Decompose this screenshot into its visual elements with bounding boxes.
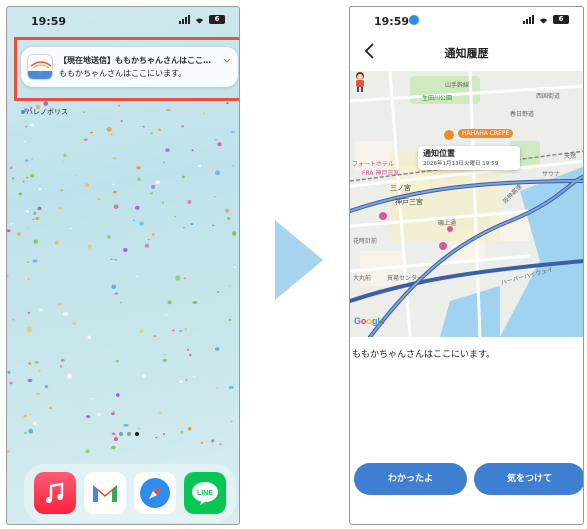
notification-title: 【現在地送信】ももかちゃんさんはここに…	[59, 56, 211, 65]
map-label-yamate: 山手幹線	[445, 82, 470, 89]
signal-icon	[179, 15, 190, 24]
map-label-daimaru: 大丸前	[353, 275, 372, 282]
map-label-hahaha: HAHAHA CREPE	[458, 129, 514, 138]
home-app-label: ハレノボリス	[21, 107, 68, 117]
map-label-kobe-sannomiya: 神戸三宮	[395, 198, 423, 206]
line-app-icon[interactable]: LINE	[184, 472, 226, 514]
signal-icon	[523, 15, 534, 24]
status-icons-right: 6	[523, 15, 569, 24]
app-phone: 19:59 6 通知履歴 山手幹線 生田川公園 春日野道 西国街道 HAHAHA…	[349, 6, 584, 525]
map-label-hotel1: フォートホテル	[352, 161, 395, 168]
chevron-down-icon[interactable]	[222, 55, 232, 65]
line-icon-text: LINE	[197, 490, 213, 497]
arrow-right-icon	[275, 220, 323, 300]
location-active-icon	[409, 15, 419, 25]
map-label-sawa: サウナ	[542, 171, 561, 178]
battery-icon: 6	[209, 15, 225, 24]
callout-timestamp: 2026年1月13日火曜日 19:59	[423, 161, 499, 167]
map-label-boeki: 貿易センター	[387, 275, 424, 282]
notification-message: ももかちゃんさんはここにいます。	[352, 350, 496, 360]
navigation-bar: 通知履歴	[350, 33, 583, 71]
map-label-kasugano: 春日野道	[510, 111, 535, 118]
ok-button[interactable]: わかったよ	[354, 463, 467, 495]
status-bar-right: 19:59 6	[350, 7, 583, 33]
callout-title: 通知位置	[423, 149, 455, 158]
be-careful-button[interactable]: 気をつけて	[474, 463, 583, 495]
harenoboris-app-icon	[27, 54, 53, 80]
gmail-app-icon[interactable]	[84, 472, 126, 514]
wifi-icon	[195, 18, 204, 24]
status-time: 19:59	[31, 15, 67, 28]
map-label-isogami: 磯上通	[438, 220, 457, 227]
status-icons: 6	[179, 15, 225, 24]
location-map[interactable]: 山手幹線 生田川公園 春日野道 西国街道 HAHAHA CREPE フォートホテ…	[350, 71, 583, 337]
location-callout[interactable]: 通知位置 2026年1月13日火曜日 19:59	[418, 146, 520, 170]
notification-card[interactable]: 【現在地送信】ももかちゃんさんはここに… ももかちゃんさんはここにいます。	[21, 47, 238, 87]
map-label-hotel2: FRA 神戸三宮	[362, 170, 400, 177]
status-time-right: 19:59	[374, 15, 410, 28]
map-label-hanadokei: 花時計前	[353, 238, 378, 245]
map-label-ikuta: 生田川公園	[422, 95, 453, 102]
map-label-sannomiya: 三ノ宮	[390, 184, 411, 192]
map-label-tenbochi: 天然	[564, 153, 577, 160]
battery-icon: 6	[553, 15, 569, 24]
page-title: 通知履歴	[444, 47, 489, 60]
notification-body: ももかちゃんさんはここにいます。	[59, 69, 187, 78]
music-app-icon[interactable]	[34, 472, 76, 514]
status-bar: 19:59 6	[7, 7, 239, 33]
child-location-pin-icon[interactable]	[350, 71, 370, 93]
dock: LINE	[24, 464, 236, 522]
safari-app-icon[interactable]	[134, 472, 176, 514]
google-logo: Google	[354, 316, 385, 326]
notification-highlight: 【現在地送信】ももかちゃんさんはここに… ももかちゃんさんはここにいます。	[14, 37, 239, 101]
page-indicator[interactable]	[119, 432, 139, 436]
lock-screen-phone: 19:59 6 【現在地送信】ももかちゃんさんはここに… ももかちゃんさんはここ…	[6, 6, 240, 525]
map-label-nishiguchi: 西国街道	[536, 93, 561, 100]
wifi-icon	[539, 18, 548, 24]
map-canvas	[350, 71, 583, 337]
